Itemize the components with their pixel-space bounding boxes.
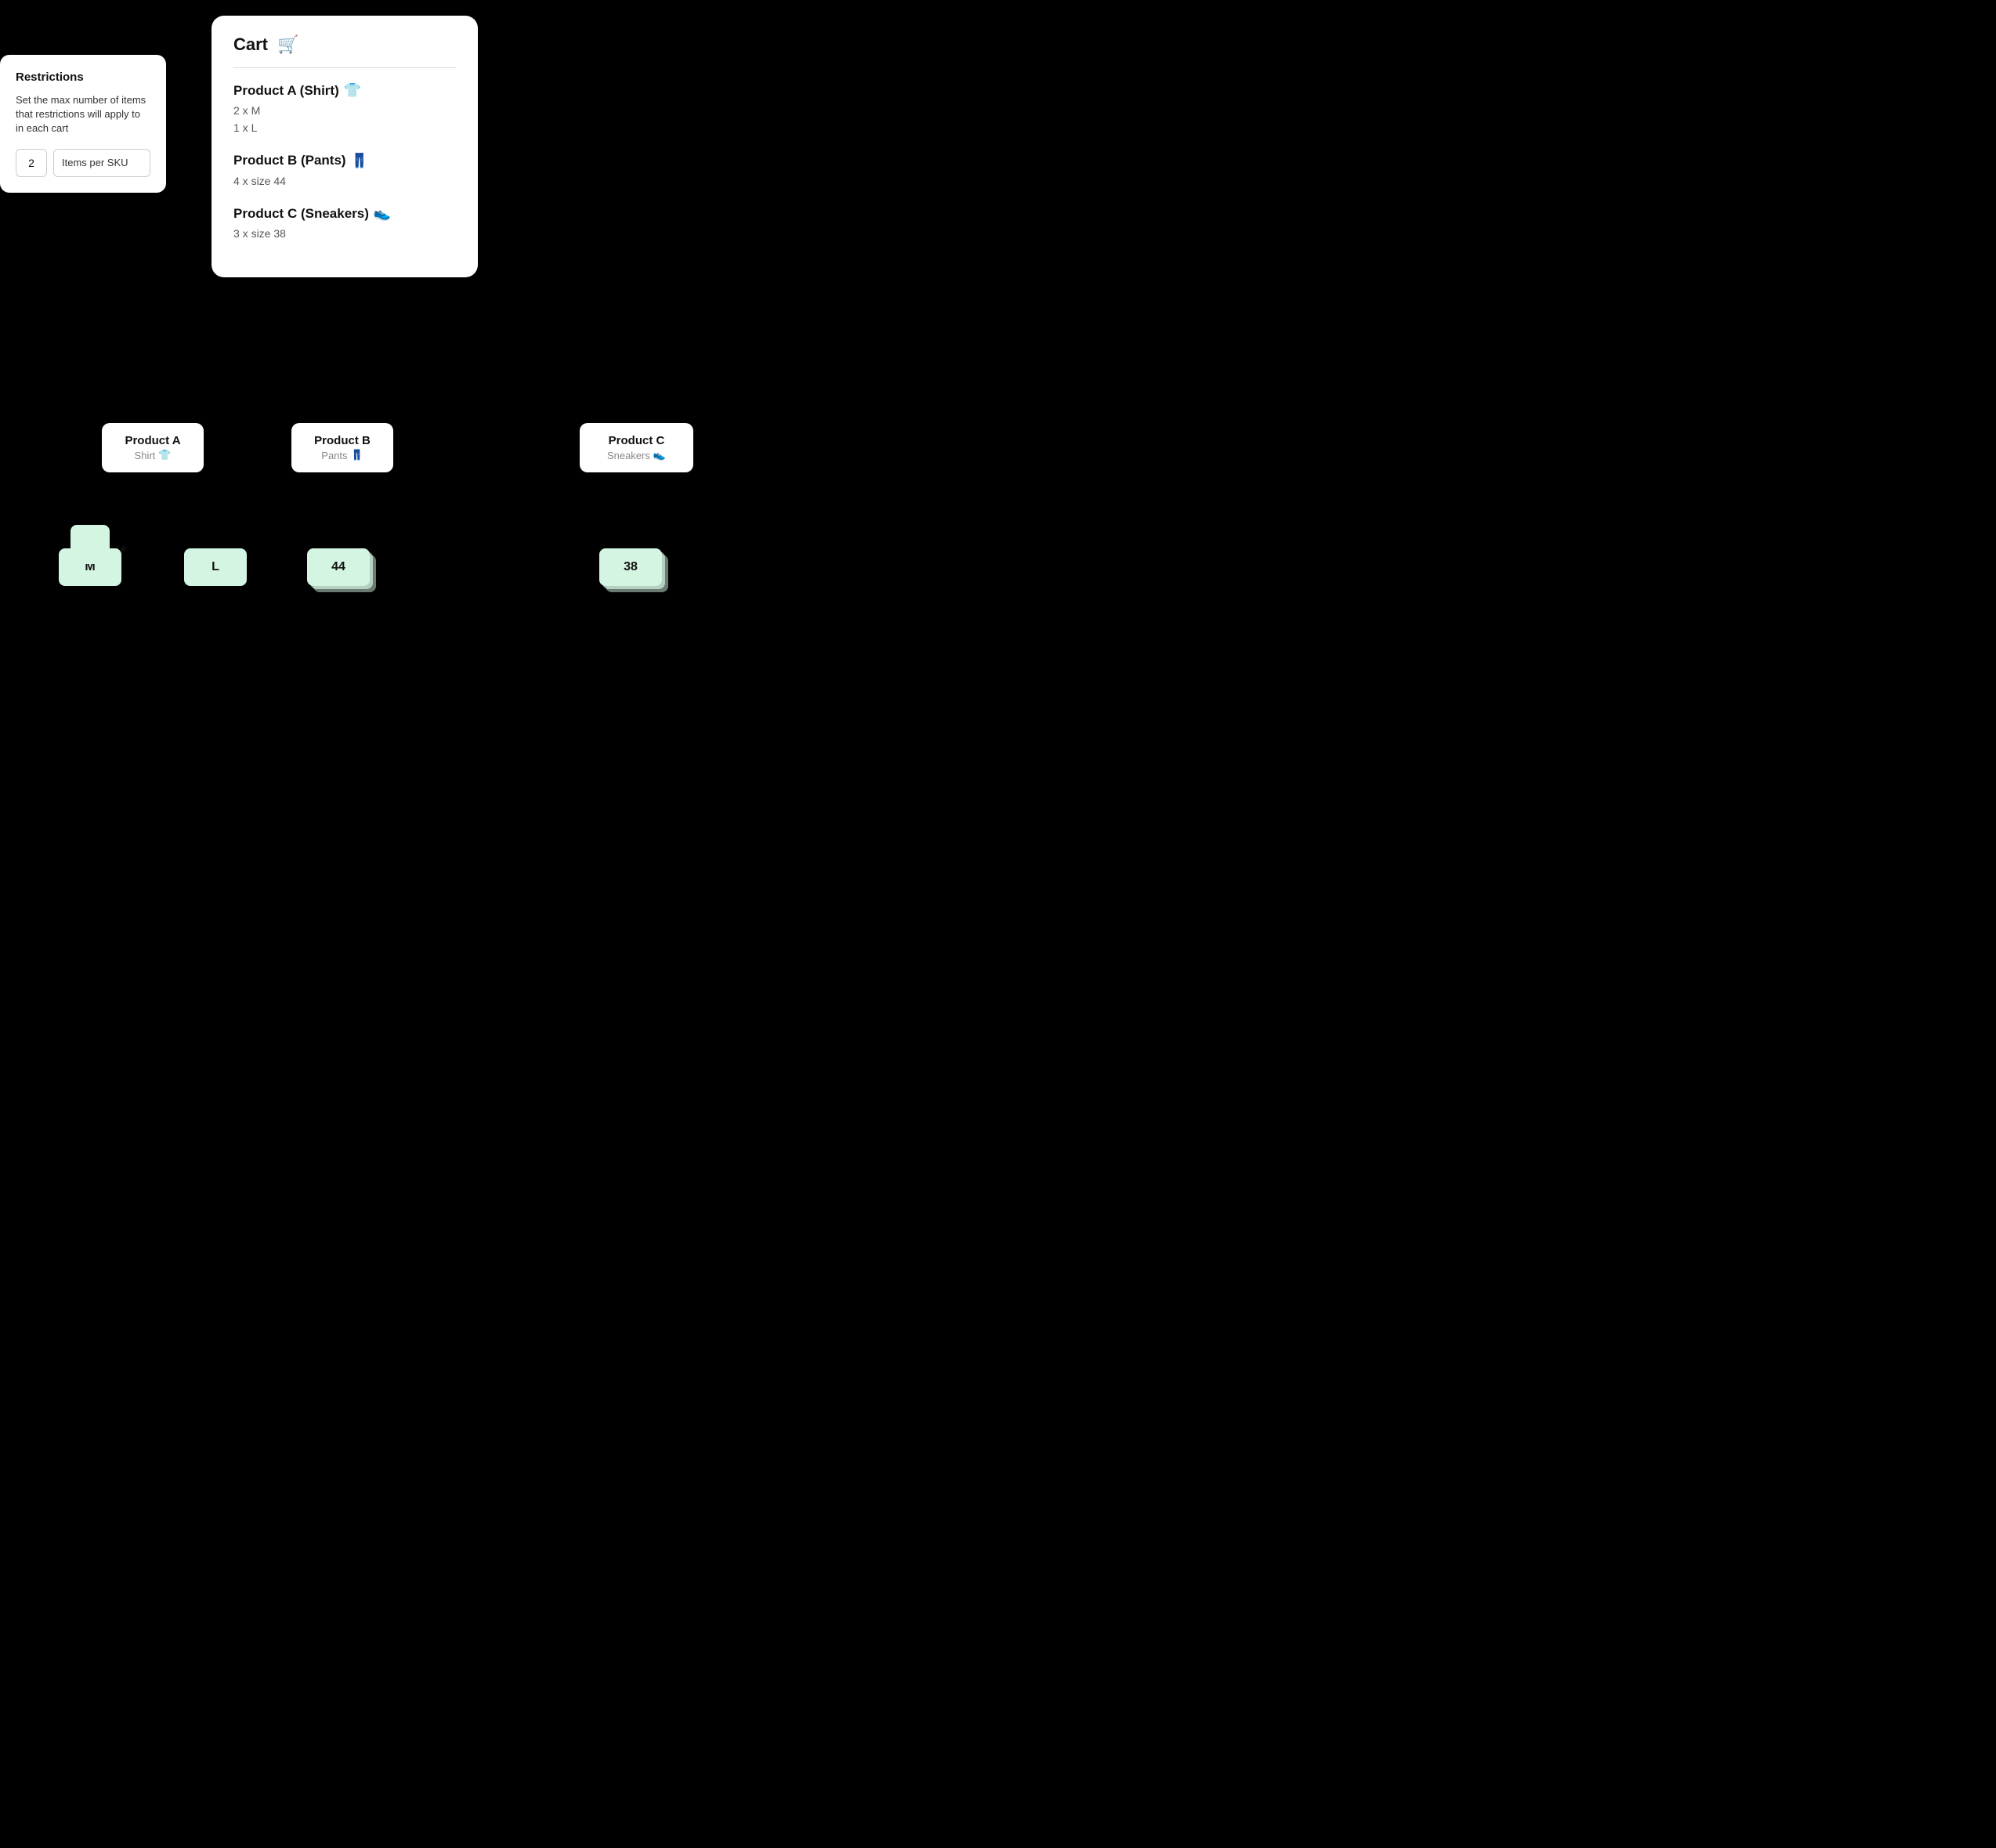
cart-header: Cart 🛒	[233, 34, 456, 55]
cart-product-b-variants: 4 x size 44	[233, 172, 456, 190]
product-a-sub: Shirt 👕	[118, 449, 188, 461]
sku-44-front: 44	[307, 548, 370, 586]
product-c-node: Product C Sneakers 👟	[580, 423, 693, 472]
cart-product-b: Product B (Pants) 👖 4 x size 44	[233, 153, 456, 190]
lone-green-box	[71, 525, 110, 564]
cart-title: Cart	[233, 34, 268, 55]
restrictions-description: Set the max number of items that restric…	[16, 93, 150, 136]
restrictions-input-row: 2 Items per SKU	[16, 149, 150, 177]
restrictions-card: Restrictions Set the max number of items…	[0, 55, 166, 193]
cart-product-b-name: Product B (Pants) 👖	[233, 153, 456, 169]
cart-product-a-name: Product A (Shirt) 👕	[233, 82, 456, 99]
cart-product-a: Product A (Shirt) 👕 2 x M 1 x L	[233, 82, 456, 137]
product-a-name: Product A	[118, 434, 188, 447]
asterisk-marker: *	[121, 544, 126, 560]
product-a-node: Product A Shirt 👕	[102, 423, 204, 472]
sku-l-front: L	[184, 548, 247, 586]
cart-card: Cart 🛒 Product A (Shirt) 👕 2 x M 1 x L P…	[212, 16, 478, 277]
sku-l-node: L	[184, 548, 247, 586]
product-b-node: Product B Pants 👖	[291, 423, 393, 472]
cart-product-c-variants: 3 x size 38	[233, 225, 456, 242]
shirt-icon: 👕	[344, 82, 361, 99]
restrictions-number-input[interactable]: 2	[16, 149, 47, 177]
product-b-name: Product B	[307, 434, 378, 447]
restrictions-label-box: Items per SKU	[53, 149, 150, 177]
product-c-sub: Sneakers 👟	[595, 449, 678, 461]
cart-icon: 🛒	[277, 34, 298, 55]
restrictions-title: Restrictions	[16, 71, 150, 84]
cart-product-c: Product C (Sneakers) 👟 3 x size 38	[233, 205, 456, 242]
sku-38-stack: 38	[599, 548, 662, 586]
cart-divider	[233, 67, 456, 68]
sku-44-stack: 44	[307, 548, 370, 586]
cart-product-a-variants: 2 x M 1 x L	[233, 102, 456, 137]
product-c-name: Product C	[595, 434, 678, 447]
pants-icon: 👖	[351, 153, 368, 169]
sku-38-front: 38	[599, 548, 662, 586]
product-b-sub: Pants 👖	[307, 449, 378, 461]
sneakers-icon: 👟	[374, 205, 391, 222]
cart-product-c-name: Product C (Sneakers) 👟	[233, 205, 456, 222]
